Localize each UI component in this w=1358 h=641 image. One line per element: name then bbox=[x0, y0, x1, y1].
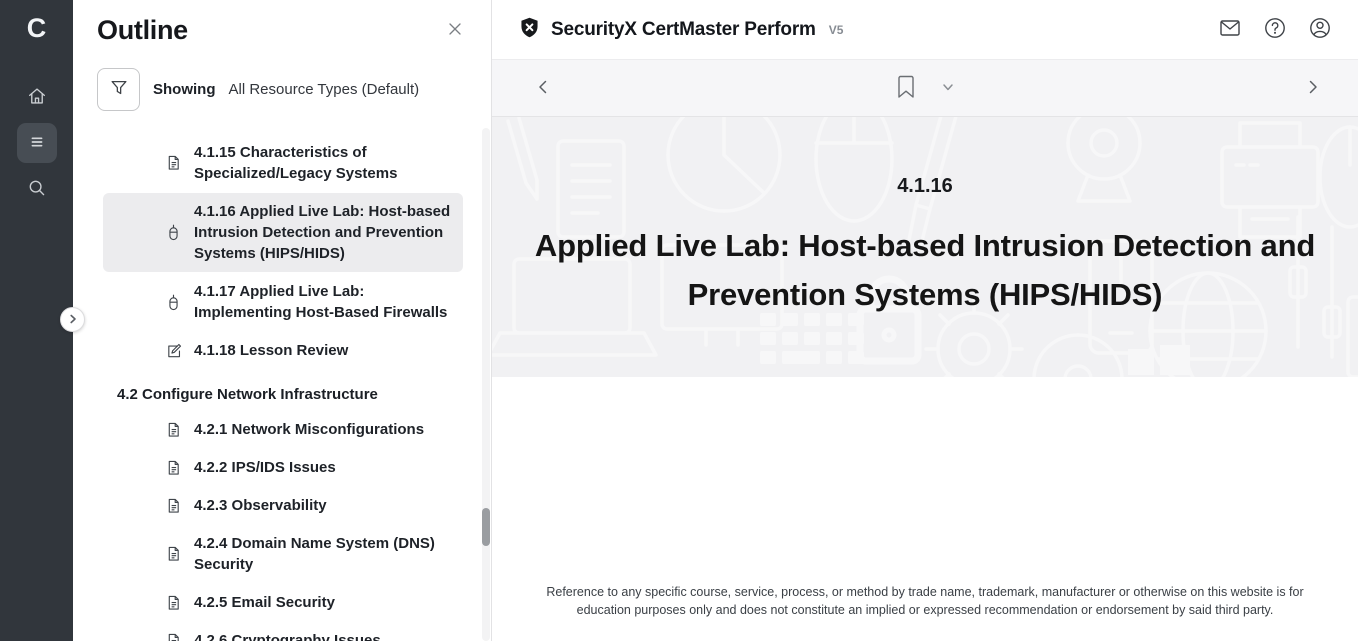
document-icon bbox=[166, 422, 183, 438]
header-actions bbox=[1218, 16, 1332, 43]
outline-item[interactable]: 4.2.5 Email Security bbox=[103, 584, 463, 621]
account-icon bbox=[1308, 16, 1332, 43]
outline-item-label: 4.2.4 Domain Name System (DNS) Security bbox=[194, 533, 451, 575]
outline-panel-title: Outline bbox=[97, 15, 188, 46]
brand: SecurityX CertMaster Perform v5 bbox=[518, 16, 843, 44]
mouse-icon bbox=[166, 224, 183, 241]
bookmark-button[interactable] bbox=[895, 74, 917, 103]
outline-item-label: 4.2.5 Email Security bbox=[194, 592, 335, 613]
document-icon bbox=[166, 155, 183, 171]
showing-label: Showing bbox=[153, 81, 216, 98]
disclaimer-text: Reference to any specific course, servic… bbox=[533, 583, 1317, 621]
help-icon bbox=[1263, 16, 1287, 43]
outline-item-label: 4.2.6 Cryptography Issues bbox=[194, 630, 381, 641]
hamburger-menu-icon bbox=[26, 131, 48, 156]
mouse-icon bbox=[166, 294, 183, 311]
home-button[interactable] bbox=[17, 77, 57, 117]
panel-toggle-button[interactable] bbox=[60, 307, 85, 332]
app-root: C bbox=[0, 0, 1358, 641]
outline-scrollbar-thumb[interactable] bbox=[482, 508, 490, 546]
outline-item[interactable]: 4.2.6 Cryptography Issues bbox=[103, 622, 463, 641]
bookmark-icon bbox=[895, 74, 917, 103]
outline-item[interactable]: 4.2.3 Observability bbox=[103, 487, 463, 524]
filter-button[interactable] bbox=[97, 68, 140, 111]
close-icon bbox=[446, 20, 464, 41]
outline-scrollbar-track[interactable] bbox=[482, 128, 490, 641]
document-icon bbox=[166, 633, 183, 641]
outline-item-label: 4.2.2 IPS/IDS Issues bbox=[194, 457, 336, 478]
mail-icon bbox=[1218, 16, 1242, 43]
account-button[interactable] bbox=[1308, 16, 1332, 43]
outline-item-selected[interactable]: 4.1.16 Applied Live Lab: Host-based Intr… bbox=[103, 193, 463, 272]
document-icon bbox=[166, 595, 183, 611]
outline-section-header[interactable]: 4.2 Configure Network Infrastructure bbox=[117, 384, 463, 405]
outline-item[interactable]: 4.1.15 Characteristics of Specialized/Le… bbox=[103, 134, 463, 192]
messages-button[interactable] bbox=[1218, 16, 1242, 43]
outline-item-label: 4.1.17 Applied Live Lab: Implementing Ho… bbox=[194, 281, 451, 323]
outline-list: 4.1.15 Characteristics of Specialized/Le… bbox=[73, 121, 491, 641]
outline-item-label: 4.2.3 Observability bbox=[194, 495, 327, 516]
chevron-right-icon bbox=[68, 312, 78, 327]
document-icon bbox=[166, 498, 183, 514]
edit-icon bbox=[166, 343, 183, 359]
lesson-title: Applied Live Lab: Host-based Intrusion D… bbox=[501, 222, 1350, 318]
app-logo: C bbox=[0, 0, 73, 56]
outline-menu-button[interactable] bbox=[17, 123, 57, 163]
outline-panel: Outline Showing All Resource Types (Defa… bbox=[73, 0, 492, 641]
document-icon bbox=[166, 460, 183, 476]
outline-item-label: 4.1.16 Applied Live Lab: Host-based Intr… bbox=[194, 201, 451, 264]
outline-item[interactable]: 4.2.4 Domain Name System (DNS) Security bbox=[103, 525, 463, 583]
next-lesson-button[interactable] bbox=[1304, 78, 1322, 99]
app-version-badge: v5 bbox=[829, 23, 844, 37]
document-icon bbox=[166, 546, 183, 562]
app-header: SecurityX CertMaster Perform v5 bbox=[492, 0, 1358, 60]
outline-item[interactable]: 4.1.17 Applied Live Lab: Implementing Ho… bbox=[103, 273, 463, 331]
outline-item-label: 4.1.15 Characteristics of Specialized/Le… bbox=[194, 142, 451, 184]
shield-logo-icon bbox=[518, 16, 541, 44]
outline-item-label: 4.2.1 Network Misconfigurations bbox=[194, 419, 424, 440]
help-button[interactable] bbox=[1263, 16, 1287, 43]
lesson-page-body: Reference to any specific course, servic… bbox=[492, 377, 1358, 641]
app-title: SecurityX CertMaster Perform bbox=[551, 19, 816, 41]
filter-value: All Resource Types (Default) bbox=[229, 81, 420, 98]
search-icon bbox=[26, 177, 48, 202]
chevron-down-icon bbox=[941, 80, 955, 97]
chevron-left-icon bbox=[534, 78, 552, 99]
main-content: SecurityX CertMaster Perform v5 bbox=[492, 0, 1358, 641]
outline-item-label: 4.1.18 Lesson Review bbox=[194, 340, 348, 361]
lesson-number: 4.1.16 bbox=[897, 175, 953, 198]
search-button[interactable] bbox=[17, 169, 57, 209]
chevron-right-icon bbox=[1304, 78, 1322, 99]
outline-item[interactable]: 4.1.18 Lesson Review bbox=[103, 332, 463, 369]
outline-item[interactable]: 4.2.1 Network Misconfigurations bbox=[103, 411, 463, 448]
lesson-hero-banner: 4.1.16 Applied Live Lab: Host-based Intr… bbox=[492, 117, 1358, 377]
bookmark-menu-button[interactable] bbox=[941, 80, 955, 97]
home-icon bbox=[26, 85, 48, 110]
outline-item[interactable]: 4.2.2 IPS/IDS Issues bbox=[103, 449, 463, 486]
funnel-filter-icon bbox=[108, 77, 130, 102]
lesson-navigation-bar bbox=[492, 60, 1358, 117]
close-outline-button[interactable] bbox=[441, 17, 469, 45]
bookmark-group bbox=[895, 74, 955, 103]
resource-filter-row: Showing All Resource Types (Default) bbox=[73, 52, 491, 121]
previous-lesson-button[interactable] bbox=[534, 78, 552, 99]
